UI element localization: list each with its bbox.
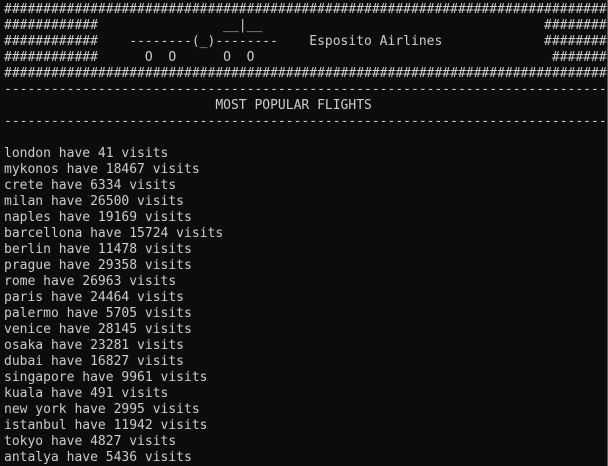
- flight-row: milan have 26500 visits: [4, 194, 185, 209]
- flight-row: istanbul have 11942 visits: [4, 418, 208, 433]
- flight-row: venice have 28145 visits: [4, 322, 192, 337]
- flight-row: singapore have 9961 visits: [4, 370, 208, 385]
- flight-list: london have 41 visits mykonos have 18467 …: [4, 146, 608, 466]
- flight-row: london have 41 visits: [4, 146, 169, 161]
- flight-row: new york have 2995 visits: [4, 402, 200, 417]
- flight-row: tokyo have 4827 visits: [4, 434, 177, 449]
- flight-row: dubai have 16827 visits: [4, 354, 185, 369]
- divider-top: ----------------------------------------…: [4, 82, 608, 97]
- flight-row: paris have 24464 visits: [4, 290, 185, 305]
- flight-row: rome have 26963 visits: [4, 274, 177, 289]
- banner-line: ############ --------(_)-------- Esposit…: [4, 34, 608, 49]
- banner-line: ########################################…: [4, 66, 608, 81]
- flight-row: kuala have 491 visits: [4, 386, 169, 401]
- console-output: ########################################…: [4, 2, 608, 466]
- divider-bottom: ----------------------------------------…: [4, 114, 608, 129]
- banner-line: ########################################…: [4, 2, 608, 17]
- flight-row: naples have 19169 visits: [4, 210, 192, 225]
- flight-row: osaka have 23281 visits: [4, 338, 185, 353]
- flight-row: mykonos have 18467 visits: [4, 162, 200, 177]
- flight-row: barcellona have 15724 visits: [4, 226, 224, 241]
- flight-row: crete have 6334 visits: [4, 178, 177, 193]
- section-heading: MOST POPULAR FLIGHTS: [4, 98, 372, 113]
- banner-line: ############ O O O O ############: [4, 50, 608, 65]
- flight-row: berlin have 11478 visits: [4, 242, 192, 257]
- banner-line: ############ __|__ ############: [4, 18, 608, 33]
- flight-row: prague have 29358 visits: [4, 258, 192, 273]
- flight-row: antalya have 5436 visits: [4, 450, 192, 465]
- console-window[interactable]: ########################################…: [0, 0, 608, 466]
- flight-row: palermo have 5705 visits: [4, 306, 192, 321]
